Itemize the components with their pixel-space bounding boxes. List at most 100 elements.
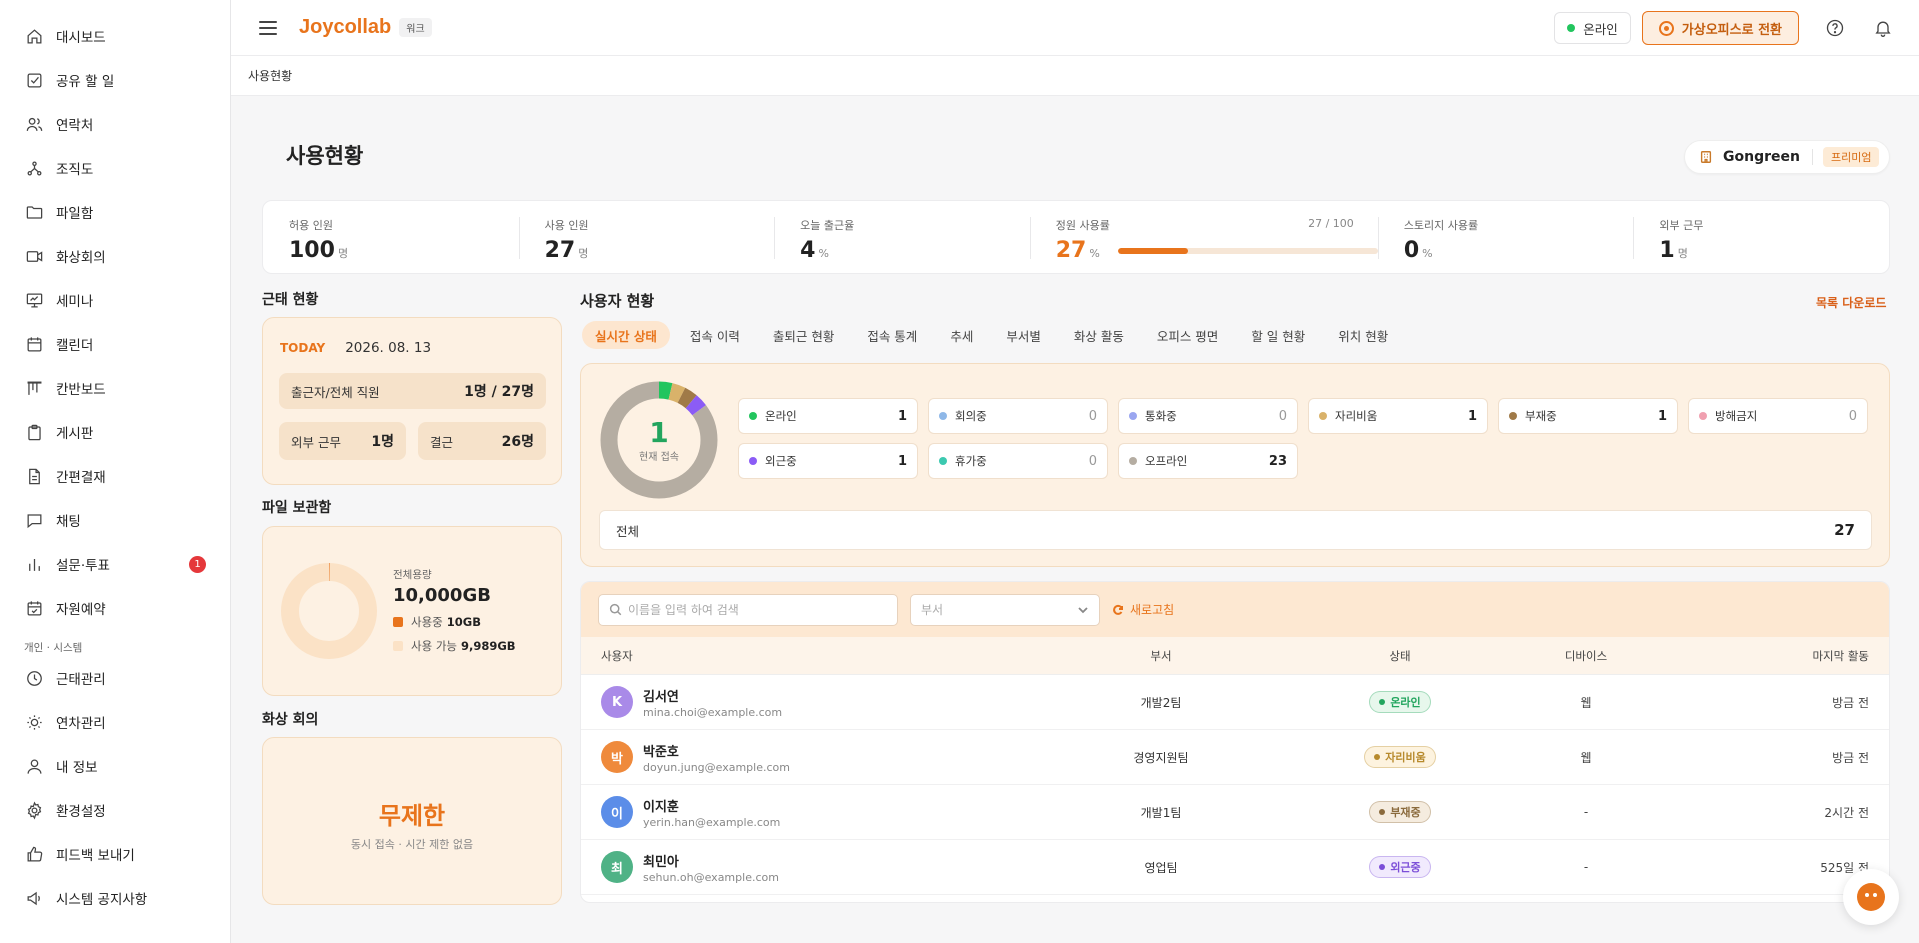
search-input[interactable]: [628, 602, 888, 617]
sidebar-item[interactable]: 대시보드: [0, 14, 230, 58]
bell-icon[interactable]: [1871, 16, 1895, 40]
column-header-device[interactable]: 디바이스: [1536, 648, 1636, 664]
tab-8[interactable]: 할 일 현황: [1238, 321, 1318, 349]
help-icon[interactable]: [1823, 16, 1847, 40]
sidebar-item[interactable]: 파일함: [0, 190, 230, 234]
avatar: 박: [601, 741, 633, 773]
sidebar-item[interactable]: 피드백 보내기: [0, 832, 230, 876]
status-chip[interactable]: 온라인 1: [738, 398, 918, 434]
status-chip-label: 자리비움: [1335, 409, 1378, 423]
department-select[interactable]: 부서: [910, 593, 1100, 626]
sidebar-item[interactable]: 세미나: [0, 278, 230, 322]
attendance-section-title: 근태 현황: [262, 292, 319, 308]
sidebar-item[interactable]: 공유 할 일: [0, 58, 230, 102]
user-icon: [24, 756, 44, 776]
stat-unit: %: [1089, 247, 1100, 260]
tab-0[interactable]: 실시간 상태: [582, 321, 670, 349]
status-badge-label: 자리비움: [1385, 751, 1426, 764]
sidebar-item[interactable]: 게시판: [0, 410, 230, 454]
user-name: 박준호: [643, 744, 679, 760]
download-list-link[interactable]: 목록 다운로드: [1816, 294, 1886, 311]
status-chip[interactable]: 부재중 1: [1498, 398, 1678, 434]
breadcrumb-current[interactable]: 사용현황: [248, 67, 292, 84]
column-header-status[interactable]: 상태: [1350, 648, 1450, 664]
column-header-last-activity[interactable]: 마지막 활동: [1812, 648, 1869, 664]
user-table-card: 부서 새로고침 사용자 부서 상태 디바이스 마지막 활동 K 김서연mina.c…: [580, 581, 1890, 903]
sidebar-item-label: 내 정보: [56, 760, 98, 776]
tab-4[interactable]: 추세: [937, 321, 986, 349]
menu-toggle-icon[interactable]: [259, 20, 277, 35]
brand-logo[interactable]: Joycollab: [299, 16, 391, 39]
user-department: 개발2팀: [1140, 695, 1182, 710]
free-swatch: [393, 641, 403, 651]
sidebar-item[interactable]: 내 정보: [0, 744, 230, 788]
attendance-card: TODAY 2026. 08. 13 출근자/전체 직원 1명 / 27명 외부…: [262, 317, 562, 485]
sidebar-item[interactable]: 자원예약: [0, 586, 230, 630]
sidebar-item-label: 간편결재: [56, 470, 106, 486]
status-chip[interactable]: 통화중 0: [1118, 398, 1298, 434]
stat-attendance-rate: 오늘 출근율 4%: [774, 201, 1030, 273]
column-header-department[interactable]: 부서: [1111, 648, 1211, 664]
sidebar-item[interactable]: 채팅: [0, 498, 230, 542]
status-chip[interactable]: 휴가중 0: [928, 443, 1108, 479]
table-row[interactable]: 이 이지훈 yerin.han@example.com 개발1팀 부재중 - 2시간 전: [581, 785, 1889, 840]
user-last-activity: 방금 전: [1832, 750, 1869, 765]
stat-unit: 명: [1677, 247, 1688, 260]
sidebar-item[interactable]: 설문·투표 1: [0, 542, 230, 586]
tab-1[interactable]: 접속 이력: [677, 321, 753, 349]
tab-6[interactable]: 화상 활동: [1061, 321, 1137, 349]
tab-2[interactable]: 출퇴근 현황: [760, 321, 847, 349]
status-chip-label: 오프라인: [1145, 454, 1188, 468]
status-chip-label: 통화중: [1145, 409, 1177, 423]
organization-pill[interactable]: Gongreen 프리미엄: [1684, 140, 1890, 174]
virtual-office-button[interactable]: 가상오피스로 전환: [1641, 11, 1799, 45]
stat-value: 27: [544, 238, 576, 263]
status-badge-label: 외근중: [1390, 861, 1421, 874]
virtual-office-label: 가상오피스로 전환: [1681, 22, 1782, 38]
user-email: mina.choi@example.com: [643, 705, 783, 719]
status-dot-icon: [749, 457, 757, 465]
current-online-label: 현재 접속: [639, 451, 679, 463]
sidebar-item[interactable]: 화상회의: [0, 234, 230, 278]
table-row[interactable]: 박 박준호 doyun.jung@example.com 경영지원팀 자리비움 웹 방금 전: [581, 730, 1889, 785]
status-chip[interactable]: 방해금지 0: [1688, 398, 1868, 434]
user-department: 영업팀: [1144, 860, 1178, 875]
sidebar-item[interactable]: 연차관리: [0, 700, 230, 744]
online-status-label: 온라인: [1583, 21, 1618, 37]
sidebar: 대시보드 공유 할 일 연락처 조직도 파일함 화상회의 세미나 캘린더 칸반보드 게시판간편결재…: [0, 0, 231, 943]
refresh-button[interactable]: 새로고침: [1112, 601, 1174, 618]
status-chip[interactable]: 외근중 1: [738, 443, 918, 479]
sidebar-item[interactable]: 연락처: [0, 102, 230, 146]
avatar: 이: [601, 796, 633, 828]
chat-icon: [24, 510, 44, 530]
stat-unit: 명: [337, 247, 349, 260]
assistant-fab-button[interactable]: [1843, 869, 1899, 925]
sidebar-item[interactable]: 조직도: [0, 146, 230, 190]
status-chip-label: 회의중: [955, 409, 987, 423]
status-chip[interactable]: 오프라인 23: [1118, 443, 1298, 479]
department-select-value: 부서: [921, 603, 944, 617]
status-dot-icon: [1129, 412, 1137, 420]
tab-7[interactable]: 오피스 평면: [1144, 321, 1231, 349]
table-row[interactable]: 최 최민아 sehun.oh@example.com 영업팀 외근중 -525일 전: [581, 840, 1889, 895]
sidebar-item[interactable]: 환경설정: [0, 788, 230, 832]
storage-donut-chart: [281, 563, 377, 659]
sidebar-item[interactable]: 근태관리: [0, 656, 230, 700]
status-chip[interactable]: 회의중 0: [928, 398, 1108, 434]
online-status-toggle[interactable]: 온라인: [1554, 12, 1631, 44]
table-row[interactable]: K 김서연 mina.choi@example.com 개발2팀 온라인 웹 방금 전: [581, 675, 1889, 730]
tab-5[interactable]: 부서별: [993, 321, 1054, 349]
video-unlimited: 무제한: [378, 802, 446, 830]
tab-3[interactable]: 접속 통계: [854, 321, 930, 349]
stat-value: 100: [289, 238, 335, 263]
sidebar-item[interactable]: 캘린더: [0, 322, 230, 366]
page-title: 사용현황: [286, 144, 364, 168]
sidebar-item[interactable]: 칸반보드: [0, 366, 230, 410]
status-chip[interactable]: 자리비움 1: [1308, 398, 1488, 434]
tab-9[interactable]: 위치 현황: [1325, 321, 1401, 349]
stat-capacity-usage: 정원 사용률 27 / 100 27%: [1029, 201, 1378, 273]
bar-chart-icon: [24, 554, 44, 574]
column-header-user[interactable]: 사용자: [601, 648, 633, 664]
sidebar-item[interactable]: 시스템 공지사항: [0, 876, 230, 920]
sidebar-item[interactable]: 간편결재: [0, 454, 230, 498]
